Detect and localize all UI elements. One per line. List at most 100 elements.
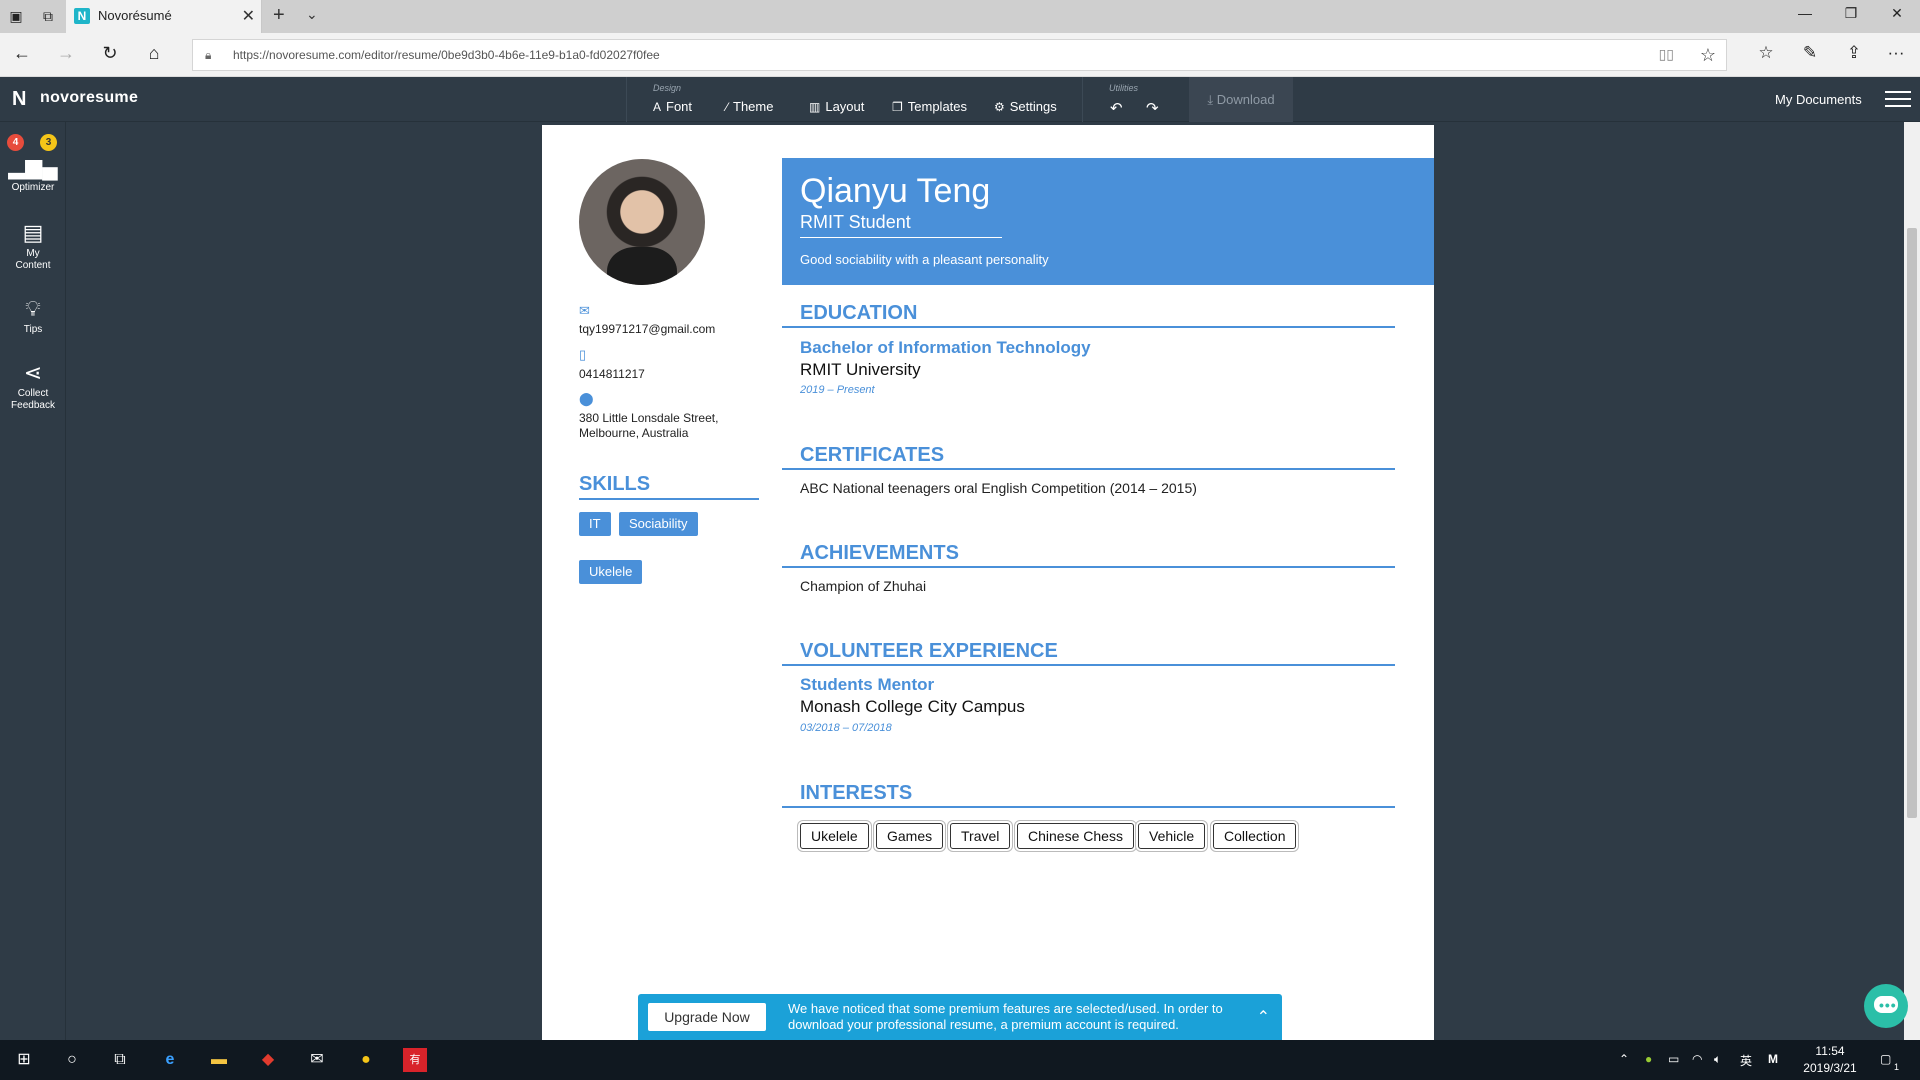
certificate-item[interactable]: ABC National teenagers oral English Comp… [800,480,1197,496]
my-documents-link[interactable]: My Documents [1775,92,1862,107]
interest-tag[interactable]: Chinese Chess [1017,823,1134,849]
gear-icon: ⚙ [994,100,1005,114]
file-explorer-icon[interactable]: ▬ [207,1048,231,1072]
action-center-icon[interactable]: ▢ [1880,1052,1891,1066]
restore-icon[interactable]: ❐ [1836,5,1866,22]
sidebar-item-label: Optimizer [11,182,55,193]
url-field[interactable]: 🔒︎ https://novoresume.com/editor/resume/… [192,39,1727,71]
layout-button[interactable]: ▥ Layout [809,99,864,114]
resume-role[interactable]: RMIT Student [800,212,1002,238]
theme-button[interactable]: ⁄ Theme [726,99,773,114]
skill-chip[interactable]: Ukelele [579,560,643,584]
resume-page[interactable]: ✉ tqy19971217@gmail.com ▯ 0414811217 ⬤ 3… [542,125,1434,1040]
interest-tag[interactable]: Ukelele [800,823,869,849]
chevron-up-icon[interactable]: ⌃ [1257,1007,1270,1027]
volume-icon[interactable]: 🔈︎ [1714,1052,1721,1067]
sidebar-item-label: Tips [23,324,43,335]
templates-button[interactable]: ❐ Templates [892,99,967,114]
show-hidden-icons-icon[interactable]: ⌃ [1619,1052,1629,1066]
favorite-star-icon[interactable]: ☆ [1700,45,1716,66]
sidebar-item-collect-feedback[interactable]: ⋖ Collect Feedback [0,360,66,412]
sidebar-item-optimizer[interactable]: ▂▆▄ Optimizer [0,154,66,194]
layout-label: Layout [825,99,865,114]
premium-banner: Upgrade Now We have noticed that some pr… [638,994,1282,1040]
resume-tagline[interactable]: Good sociability with a pleasant persona… [800,252,1049,267]
volunteer-heading[interactable]: VOLUNTEER EXPERIENCE [782,640,1395,666]
undo-icon[interactable]: ↶ [1110,99,1123,117]
school-name[interactable]: RMIT University [800,360,921,380]
contact-address-line1[interactable]: 380 Little Lonsdale Street, [579,411,718,426]
degree-title[interactable]: Bachelor of Information Technology [800,338,1091,358]
youdao-dictionary-icon[interactable]: 有 [403,1048,427,1072]
resume-name[interactable]: Qianyu Teng [800,172,990,211]
back-arrow-icon[interactable]: ← [10,43,34,64]
download-button[interactable]: ⤓ Download [1189,77,1293,122]
achievements-heading[interactable]: ACHIEVEMENTS [782,542,1395,568]
tab-list-chevron-icon[interactable]: ⌄ [306,6,318,23]
contact-email[interactable]: tqy19971217@gmail.com [579,322,715,337]
certificates-heading[interactable]: CERTIFICATES [782,444,1395,470]
system-clock[interactable]: 11:54 2019/3/21 [1800,1043,1860,1077]
interest-tag[interactable]: Games [876,823,944,849]
achievement-item[interactable]: Champion of Zhuhai [800,578,926,594]
profile-photo[interactable] [579,159,705,285]
settings-button[interactable]: ⚙ Settings [994,99,1057,114]
novoresume-logo-icon[interactable]: N [12,89,32,109]
skill-chip[interactable]: Sociability [619,512,698,536]
interest-tag[interactable]: Travel [950,823,1011,849]
interests-heading[interactable]: INTERESTS [782,782,1395,808]
web-note-pen-icon[interactable]: ✎ [1798,43,1822,63]
notification-count: 1 [1894,1062,1900,1072]
page-scrollbar[interactable] [1904,122,1920,1040]
favorites-hub-icon[interactable]: ☆ [1754,43,1778,63]
sidebar-item-tips[interactable]: 💡︎ Tips [0,296,66,336]
reading-view-icon[interactable]: ▯▯ [1659,46,1674,63]
edge-browser-icon[interactable]: e [158,1048,182,1072]
refresh-icon[interactable]: ↻ [98,43,122,64]
tray-app-icon[interactable]: ● [1645,1052,1652,1066]
interest-tag[interactable]: Collection [1213,823,1297,849]
education-dates[interactable]: 2019 – Present [800,384,875,396]
redo-icon[interactable]: ↷ [1146,99,1159,117]
skills-heading[interactable]: SKILLS [579,473,759,500]
close-tab-icon[interactable]: ✕ [242,6,255,26]
app-icon[interactable]: ◆ [256,1048,280,1072]
windows-start-icon[interactable]: ⊞ [12,1048,36,1072]
volunteer-dates[interactable]: 03/2018 – 07/2018 [800,722,892,734]
interest-tag[interactable]: Vehicle [1138,823,1206,849]
set-tabs-aside-icon[interactable]: ⧉ [38,7,58,25]
forward-arrow-icon[interactable]: → [54,43,78,64]
wifi-icon[interactable]: ◠ [1692,1052,1702,1066]
scrollbar-thumb[interactable] [1907,228,1917,818]
upgrade-now-button[interactable]: Upgrade Now [648,1003,766,1031]
volunteer-title[interactable]: Students Mentor [800,675,934,695]
bar-chart-icon: ▂▆▄ [8,154,58,179]
contact-phone[interactable]: 0414811217 [579,367,645,382]
close-window-icon[interactable]: ✕ [1882,5,1912,22]
battery-icon[interactable]: ▭ [1668,1052,1679,1066]
skill-chip[interactable]: IT [579,512,611,536]
hamburger-menu-icon[interactable] [1885,91,1911,107]
resume-header-band[interactable]: Qianyu Teng RMIT Student Good sociabilit… [782,158,1434,285]
volunteer-org[interactable]: Monash College City Campus [800,697,1025,717]
app-icon[interactable]: ● [354,1048,378,1072]
task-view-icon[interactable]: ⧉ [108,1048,132,1072]
education-heading[interactable]: EDUCATION [782,302,1395,328]
brand-name[interactable]: novoresume [40,89,138,107]
minimize-icon[interactable]: — [1790,5,1820,21]
ime-mode-icon[interactable]: M [1768,1052,1778,1066]
home-icon[interactable]: ⌂ [142,43,166,64]
mail-icon[interactable]: ✉ [305,1048,329,1072]
new-tab-icon[interactable]: + [273,4,285,27]
tab-actions-icon[interactable]: ▣ [6,7,26,25]
sidebar-item-my-content[interactable]: ▤ My Content [0,220,66,272]
browser-tab-bar: ▣ ⧉ N Novorésumé ✕ + ⌄ — ❐ ✕ [0,0,1920,33]
font-button[interactable]: A Font [653,99,692,114]
search-circle-icon[interactable]: ○ [60,1048,84,1072]
browser-tab[interactable]: N Novorésumé ✕ [66,0,262,33]
share-icon[interactable]: ⇪ [1842,43,1866,63]
chat-support-button[interactable]: ••• [1864,984,1908,1028]
more-menu-icon[interactable]: ··· [1884,43,1908,63]
contact-address-line2[interactable]: Melbourne, Australia [579,426,688,441]
ime-language[interactable]: 英 [1740,1052,1752,1069]
